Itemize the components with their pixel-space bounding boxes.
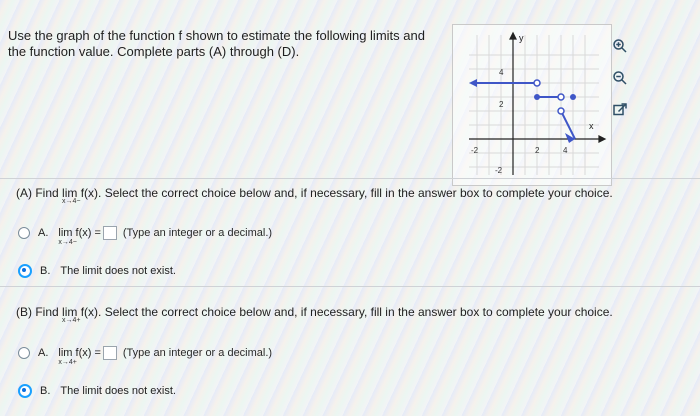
isolated-point [570,94,576,100]
part-a-suffix: Select the correct choice below and, if … [104,186,613,200]
tick-y-neg2: -2 [495,166,503,175]
radio-b-a[interactable] [18,347,30,359]
option-b-a-label: A. [38,347,49,359]
option-a-limit: lim f(x) = x→4− [58,227,101,246]
open-point-1 [533,79,541,87]
divider-top [0,178,700,179]
side-tools [610,36,640,132]
part-a-prefix: (A) Find [16,186,59,200]
part-b-option-b[interactable]: B. The limit does not exist. [18,384,176,398]
function-graph: y x -2 2 4 4 2 -2 [452,24,612,186]
option-a-hint: (Type an integer or a decimal.) [122,227,273,239]
left-arrow [469,79,477,87]
part-a-sub: x→4− [62,198,81,205]
zoom-out-icon[interactable] [610,68,630,88]
option-a-lim: lim f(x) = [58,227,101,239]
graph-svg: y x -2 2 4 4 2 -2 [469,31,607,175]
part-a-limit: lim f(x). x→4− [62,186,101,205]
option-b-text: The limit does not exist. [60,265,176,277]
open-point-2 [557,93,565,101]
part-b: (B) Find lim f(x). x→4+ Select the corre… [16,305,613,324]
divider-middle [0,286,700,287]
option-b-a-sub: x→4+ [58,359,77,366]
open-point-3 [557,107,565,115]
option-b-b-label: B. [40,385,51,397]
option-b-a-hint: (Type an integer or a decimal.) [122,347,273,359]
answer-box-a[interactable] [102,226,117,240]
tick-y-4: 4 [499,68,504,77]
part-b-title: (B) Find lim f(x). x→4+ Select the corre… [16,305,613,324]
tick-x-2: 2 [535,146,540,155]
radio-a[interactable] [18,227,30,239]
zoom-in-icon[interactable] [610,36,630,56]
part-b-option-a[interactable]: A. lim f(x) = x→4+ (Type an integer or a… [18,346,273,366]
answer-box-b[interactable] [102,346,117,360]
option-b-a-lim: lim f(x) = [58,347,101,359]
option-b-label: B. [40,265,51,277]
radio-b-b[interactable] [18,384,32,398]
part-a-option-b[interactable]: B. The limit does not exist. [18,264,176,278]
x-axis-label: x [589,121,594,131]
part-b-limit: lim f(x). x→4+ [62,305,101,324]
tick-x-neg2: -2 [471,146,479,155]
y-axis-label: y [519,33,524,43]
closed-point-1 [534,94,540,100]
radio-b[interactable] [18,264,32,278]
graph-grid [469,35,599,175]
option-b-a-limit: lim f(x) = x→4+ [58,347,101,366]
external-link-icon[interactable] [610,100,630,120]
part-b-suffix: Select the correct choice below and, if … [104,305,613,319]
tick-x-4: 4 [563,146,568,155]
option-a-sub: x→4− [58,239,77,246]
tick-y-2: 2 [499,100,504,109]
part-a-title: (A) Find lim f(x). x→4− Select the corre… [16,186,613,205]
part-a: (A) Find lim f(x). x→4− Select the corre… [16,186,613,205]
option-a-label: A. [38,227,49,239]
part-a-option-a[interactable]: A. lim f(x) = x→4− (Type an integer or a… [18,226,273,246]
option-b-b-text: The limit does not exist. [60,385,176,397]
part-b-prefix: (B) Find [16,305,59,319]
question-text: Use the graph of the function f shown to… [8,28,425,59]
part-b-sub: x→4+ [62,317,81,324]
